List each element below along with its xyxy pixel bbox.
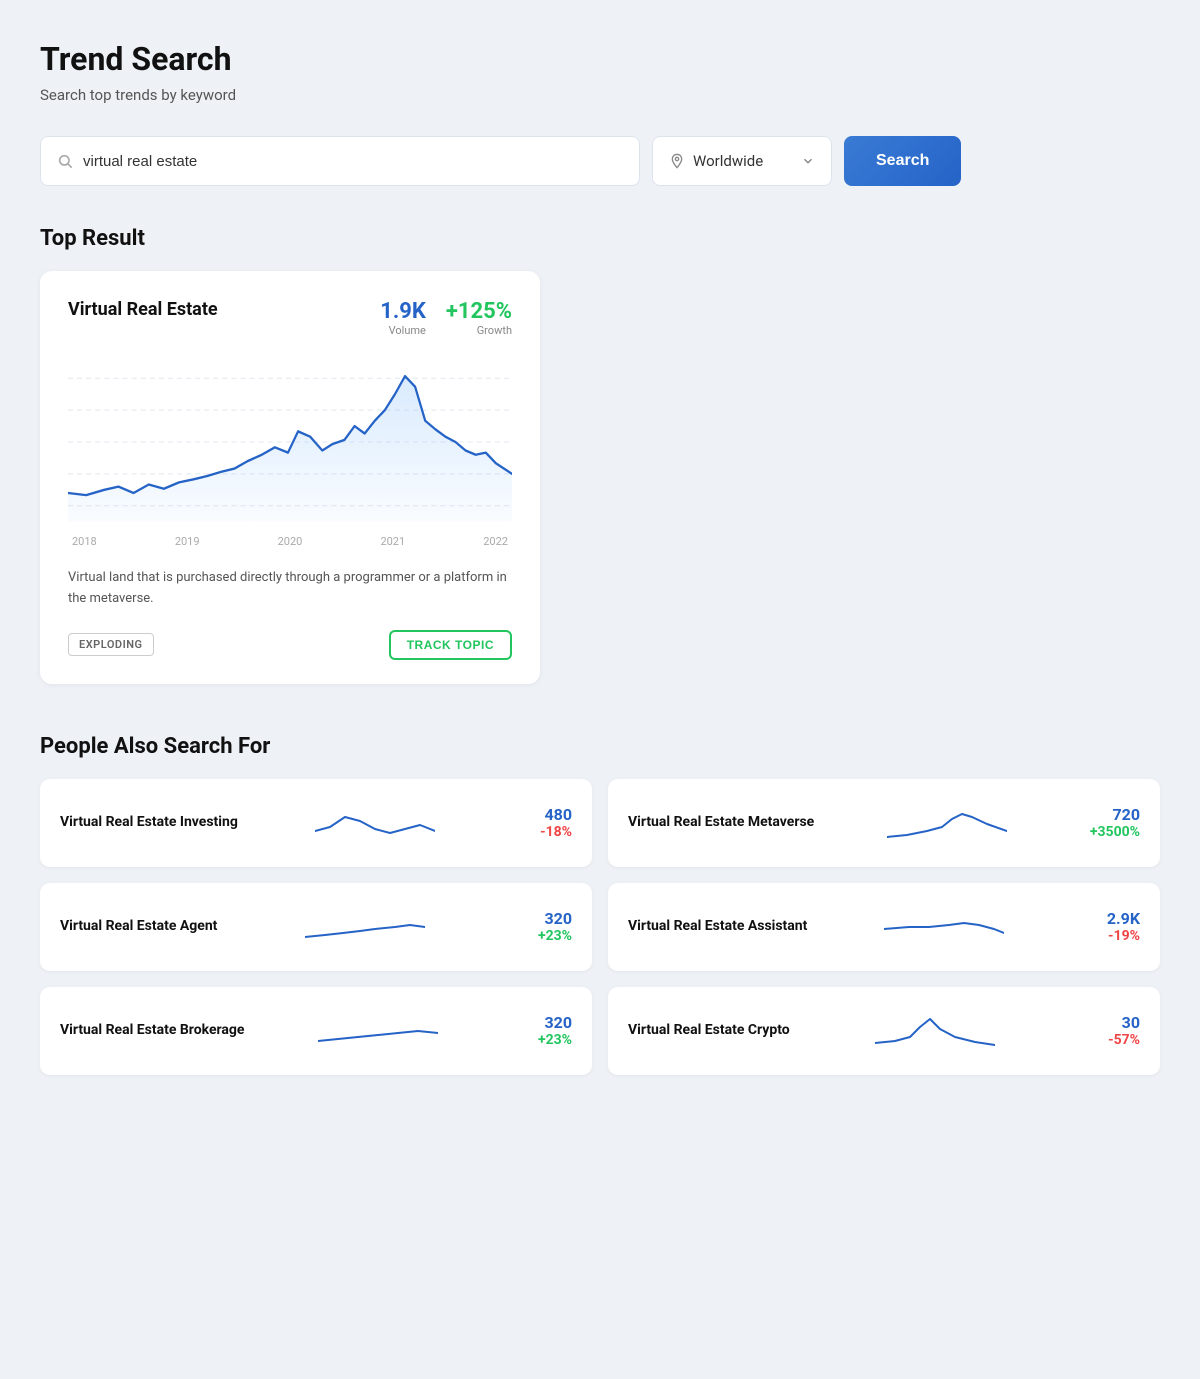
growth-stat: +125% Growth <box>446 299 512 337</box>
location-dropdown[interactable]: Worldwide <box>652 136 832 186</box>
mini-chart <box>875 1007 995 1055</box>
related-stats: 480 -18% <box>512 805 572 840</box>
related-card[interactable]: Virtual Real Estate Agent 320 +23% <box>40 883 592 971</box>
card-description: Virtual land that is purchased directly … <box>68 568 512 610</box>
x-axis-labels: 2018 2019 2020 2021 2022 <box>68 535 512 548</box>
volume-value: 1.9K <box>380 299 426 324</box>
x-label-2020: 2020 <box>278 535 303 548</box>
mini-chart <box>318 1007 438 1055</box>
related-card[interactable]: Virtual Real Estate Assistant 2.9K -19% <box>608 883 1160 971</box>
chevron-down-icon <box>801 154 815 168</box>
search-icon <box>57 153 73 169</box>
related-card-title: Virtual Real Estate Crypto <box>628 1021 790 1041</box>
related-stats: 30 -57% <box>1080 1013 1140 1048</box>
x-label-2018: 2018 <box>72 535 97 548</box>
search-input-wrapper <box>40 136 640 186</box>
related-volume: 480 <box>512 805 572 824</box>
exploding-badge: EXPLODING <box>68 633 154 656</box>
related-growth: +3500% <box>1080 824 1140 840</box>
related-volume: 320 <box>512 1013 572 1032</box>
related-growth: -19% <box>1080 928 1140 944</box>
related-card-title: Virtual Real Estate Agent <box>60 917 217 937</box>
card-header: Virtual Real Estate 1.9K Volume +125% Gr… <box>68 299 512 337</box>
keyword-input[interactable] <box>83 153 623 170</box>
related-volume: 30 <box>1080 1013 1140 1032</box>
related-stats: 320 +23% <box>512 909 572 944</box>
related-volume: 720 <box>1080 805 1140 824</box>
card-footer: EXPLODING TRACK TOPIC <box>68 630 512 660</box>
x-label-2021: 2021 <box>380 535 405 548</box>
related-stats: 320 +23% <box>512 1013 572 1048</box>
trend-chart <box>68 357 512 527</box>
related-card-title: Virtual Real Estate Investing <box>60 813 238 833</box>
related-stats: 720 +3500% <box>1080 805 1140 840</box>
x-label-2019: 2019 <box>175 535 200 548</box>
people-also-grid: Virtual Real Estate Investing 480 -18% V… <box>40 779 1160 1075</box>
x-label-2022: 2022 <box>483 535 508 548</box>
location-label: Worldwide <box>693 152 793 170</box>
mini-chart <box>884 903 1004 951</box>
related-volume: 2.9K <box>1080 909 1140 928</box>
volume-label: Volume <box>380 324 426 337</box>
related-growth: -57% <box>1080 1032 1140 1048</box>
top-result-card: Virtual Real Estate 1.9K Volume +125% Gr… <box>40 271 540 684</box>
growth-value: +125% <box>446 299 512 324</box>
related-card-title: Virtual Real Estate Assistant <box>628 917 807 937</box>
related-card[interactable]: Virtual Real Estate Crypto 30 -57% <box>608 987 1160 1075</box>
volume-stat: 1.9K Volume <box>380 299 426 337</box>
related-card[interactable]: Virtual Real Estate Investing 480 -18% <box>40 779 592 867</box>
mini-chart <box>305 903 425 951</box>
card-title: Virtual Real Estate <box>68 299 218 320</box>
top-result-title: Top Result <box>40 226 1160 251</box>
trend-chart-svg <box>68 357 512 527</box>
related-stats: 2.9K -19% <box>1080 909 1140 944</box>
track-topic-button[interactable]: TRACK TOPIC <box>389 630 512 660</box>
related-card-title: Virtual Real Estate Metaverse <box>628 813 814 833</box>
related-card-title: Virtual Real Estate Brokerage <box>60 1021 244 1041</box>
card-stats: 1.9K Volume +125% Growth <box>380 299 512 337</box>
page-title: Trend Search <box>40 40 1160 78</box>
mini-chart <box>887 799 1007 847</box>
search-bar: Worldwide Search <box>40 136 1160 186</box>
related-growth: +23% <box>512 1032 572 1048</box>
related-card[interactable]: Virtual Real Estate Brokerage 320 +23% <box>40 987 592 1075</box>
mini-chart <box>315 799 435 847</box>
growth-label: Growth <box>446 324 512 337</box>
related-growth: -18% <box>512 824 572 840</box>
location-icon <box>669 153 685 169</box>
page-subtitle: Search top trends by keyword <box>40 86 1160 104</box>
related-growth: +23% <box>512 928 572 944</box>
related-volume: 320 <box>512 909 572 928</box>
related-card[interactable]: Virtual Real Estate Metaverse 720 +3500% <box>608 779 1160 867</box>
people-also-title: People Also Search For <box>40 734 1160 759</box>
search-button[interactable]: Search <box>844 136 961 186</box>
